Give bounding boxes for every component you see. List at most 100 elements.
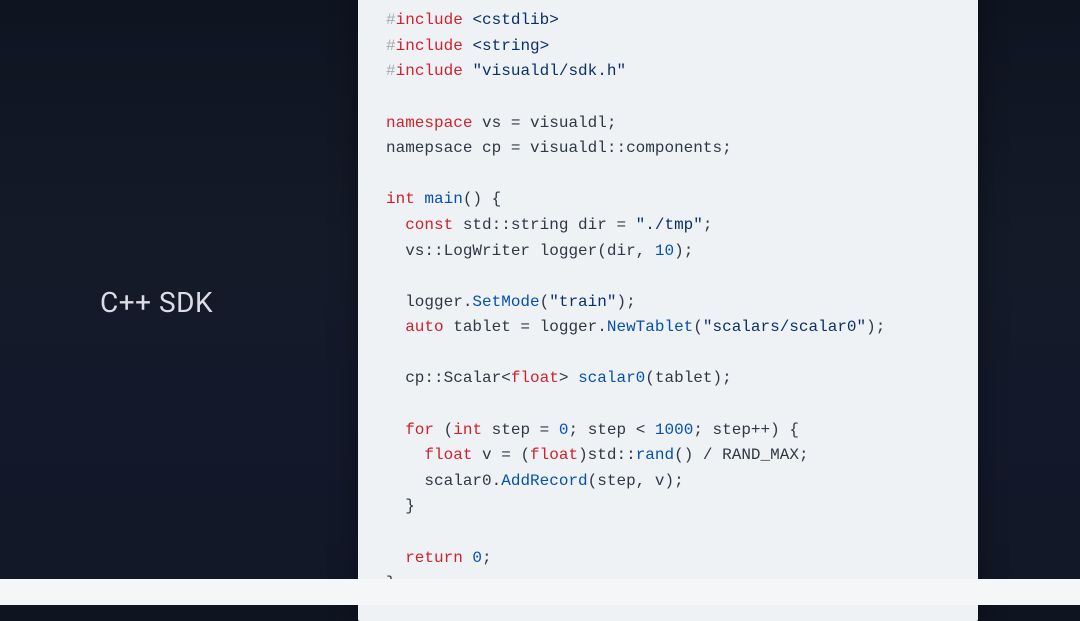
num-1000: 1000 [655, 421, 693, 439]
kw-const: const [405, 216, 453, 234]
rparen: ) [866, 318, 876, 336]
hdr-cstdlib: <cstdlib> [472, 11, 558, 29]
num-10: 10 [655, 242, 674, 260]
kw-namespace: namespace [386, 114, 472, 132]
comma: , [636, 242, 655, 260]
cond-sep: ; [568, 421, 587, 439]
logger-ident: logger [540, 318, 598, 336]
kw-auto: auto [405, 318, 443, 336]
fn-main: main [424, 190, 462, 208]
var-tablet: tablet [444, 318, 511, 336]
type-string: string [511, 216, 569, 234]
hdr-string: <string> [472, 37, 549, 55]
semi: ; [703, 216, 713, 234]
alias-vs: vs [482, 114, 501, 132]
var-v: v [472, 446, 491, 464]
scope: :: [424, 369, 443, 387]
dot: . [463, 293, 473, 311]
ident-randmax: RAND_MAX [722, 446, 799, 464]
eq: = [607, 216, 636, 234]
eq: = [530, 421, 559, 439]
cast-open: ( [520, 446, 530, 464]
semi: ; [722, 139, 732, 157]
ns-visualdl: visualdl [530, 114, 607, 132]
arg-tablet: tablet [655, 369, 713, 387]
rbrace: } [405, 497, 415, 515]
rparen: ) [616, 293, 626, 311]
lparen: ( [540, 293, 550, 311]
rparen: ) [684, 446, 694, 464]
lparen: ( [693, 318, 703, 336]
type-int: int [386, 190, 415, 208]
ns-vs: vs [405, 242, 424, 260]
type-float: float [530, 446, 578, 464]
semi: ; [607, 114, 617, 132]
type-scalar: Scalar [444, 369, 502, 387]
str-tmp: "./tmp" [636, 216, 703, 234]
logger-ident: logger [405, 293, 463, 311]
hdr-visualdl: "visualdl/sdk.h" [472, 62, 626, 80]
kw-return: return [405, 549, 463, 567]
scope: :: [424, 242, 443, 260]
kw-include: include [396, 37, 463, 55]
lbrace: { [780, 421, 799, 439]
fn-addrecord: AddRecord [501, 472, 587, 490]
dot: . [597, 318, 607, 336]
var-dir: dir [568, 216, 606, 234]
hash: # [386, 11, 396, 29]
scope: :: [607, 139, 626, 157]
ns-components: components [626, 139, 722, 157]
lparen: ( [463, 190, 473, 208]
kw-namepsace-typo: namepsace [386, 139, 472, 157]
semi: ; [674, 472, 684, 490]
scope: :: [492, 216, 511, 234]
ns-cp: cp [405, 369, 424, 387]
ns-std: std [463, 216, 492, 234]
footer-strip [0, 579, 1080, 605]
lbrace: { [482, 190, 501, 208]
div: / [693, 446, 722, 464]
var-step: step [482, 421, 530, 439]
ident-scalar0: scalar0 [424, 472, 491, 490]
eq: = [501, 114, 530, 132]
lparen: ( [444, 421, 454, 439]
lparen: ( [645, 369, 655, 387]
cast-close: ) [578, 446, 588, 464]
str-scalar-path: "scalars/scalar0" [703, 318, 866, 336]
slide-title: C++ SDK [100, 286, 340, 319]
eq: = [501, 139, 530, 157]
type-int: int [453, 421, 482, 439]
eq: = [511, 318, 540, 336]
eq: = [492, 446, 521, 464]
kw-include: include [396, 11, 463, 29]
kw-for: for [405, 421, 434, 439]
lt: < [626, 421, 655, 439]
lparen: ( [597, 242, 607, 260]
rparen: ) [713, 369, 723, 387]
str-train: "train" [549, 293, 616, 311]
type-logwriter: LogWriter [444, 242, 530, 260]
code-panel: #include <cstdlib> #include <string> #in… [358, 0, 978, 621]
semi: ; [482, 549, 492, 567]
arg-step: step [597, 472, 635, 490]
fn-scalar0: scalar0 [578, 369, 645, 387]
fn-setmode: SetMode [472, 293, 539, 311]
step-ident: step [588, 421, 626, 439]
hash: # [386, 62, 396, 80]
step-inc: step++ [713, 421, 771, 439]
semi: ; [722, 369, 732, 387]
var-logger: logger [530, 242, 597, 260]
type-float: float [424, 446, 472, 464]
semi: ; [684, 242, 694, 260]
lparen: ( [588, 472, 598, 490]
cond-sep: ; [693, 421, 712, 439]
semi: ; [799, 446, 809, 464]
ret-0: 0 [463, 549, 482, 567]
fn-rand: rand [636, 446, 674, 464]
comma: , [636, 472, 655, 490]
hash: # [386, 37, 396, 55]
arg-dir: dir [607, 242, 636, 260]
tmpl-open: < [501, 369, 511, 387]
rparen: ) [674, 242, 684, 260]
rparen: ) [472, 190, 482, 208]
